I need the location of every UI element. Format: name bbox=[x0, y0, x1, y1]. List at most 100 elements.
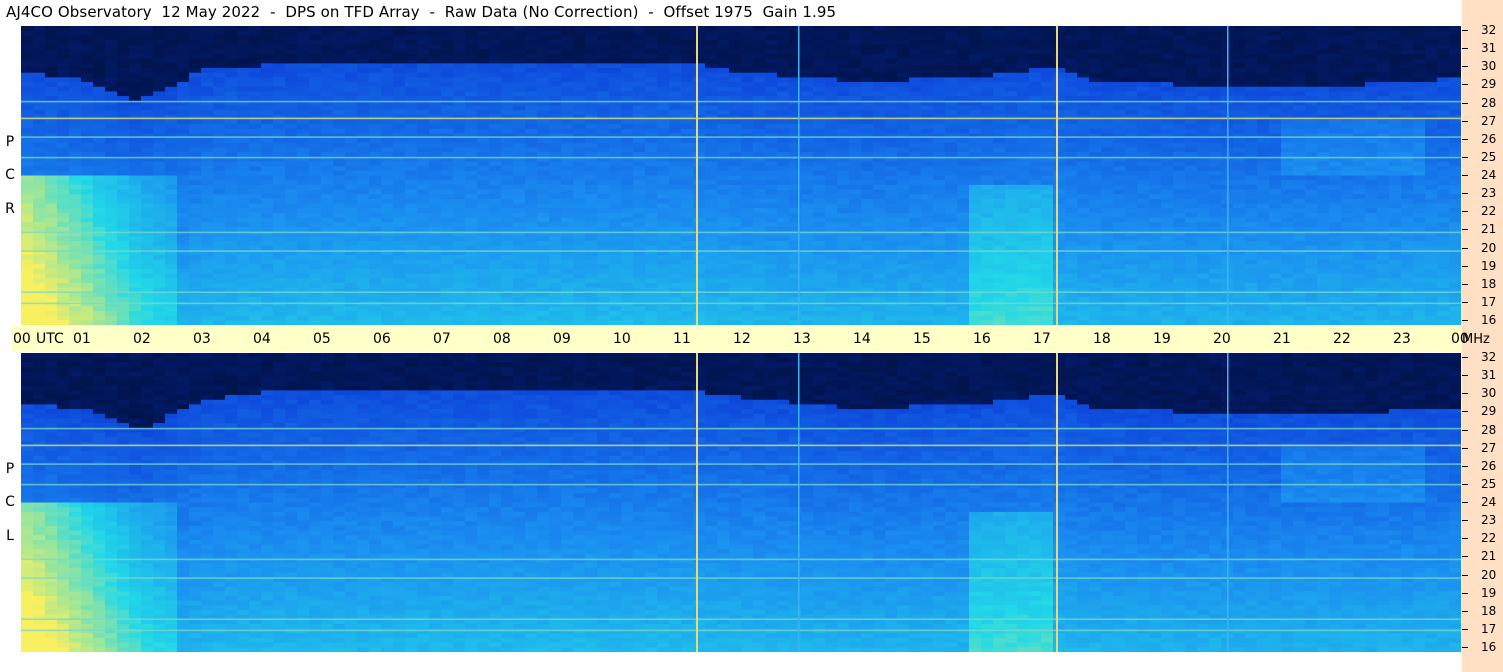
spectrogram-cell bbox=[333, 124, 346, 130]
spectrogram-cell bbox=[273, 189, 286, 195]
spectrogram-cell bbox=[69, 198, 82, 205]
spectrogram-cell bbox=[489, 110, 502, 116]
spectrogram-cell bbox=[669, 105, 682, 111]
spectrogram-cell bbox=[117, 138, 130, 144]
spectrogram-cell bbox=[369, 259, 382, 265]
spectrogram-cell bbox=[729, 306, 742, 312]
spectrogram-cell bbox=[753, 184, 766, 191]
spectrogram-cell bbox=[753, 119, 766, 125]
spectrogram-cell bbox=[825, 282, 838, 289]
spectrogram-cell bbox=[273, 236, 286, 242]
spectrogram-cell bbox=[873, 86, 886, 92]
spectrogram-cell bbox=[609, 161, 622, 167]
spectrogram-cell bbox=[129, 124, 142, 130]
spectrogram-cell bbox=[765, 147, 778, 153]
spectrogram-cell bbox=[285, 254, 298, 261]
spectrogram-cell bbox=[621, 40, 634, 46]
spectrogram-cell bbox=[681, 259, 694, 265]
spectrogram-cell bbox=[117, 119, 130, 125]
spectrogram-cell bbox=[705, 35, 718, 41]
spectrogram-cell bbox=[117, 110, 130, 116]
spectrogram-cell bbox=[633, 96, 646, 102]
spectrogram-cell bbox=[537, 26, 550, 32]
spectrogram-cell bbox=[369, 203, 382, 209]
spectrogram-cell bbox=[105, 128, 118, 135]
spectrogram-cell bbox=[933, 152, 946, 158]
spectrogram-cell bbox=[897, 315, 910, 321]
spectrogram-cell bbox=[513, 128, 526, 135]
spectrogram-cell bbox=[705, 152, 718, 158]
spectrogram-cell bbox=[669, 142, 682, 149]
spectrogram-cell bbox=[837, 212, 850, 219]
spectrogram-cell bbox=[33, 138, 46, 144]
spectrogram-cell bbox=[225, 35, 238, 41]
spectrogram-cell bbox=[945, 278, 958, 284]
spectrogram-cell bbox=[393, 282, 406, 289]
spectrogram-cell bbox=[81, 315, 94, 321]
spectrogram-cell bbox=[129, 315, 142, 321]
spectrogram-cell bbox=[849, 44, 862, 50]
spectrogram-cell bbox=[573, 184, 586, 191]
spectrogram-cell bbox=[357, 138, 370, 144]
spectrogram-cell bbox=[117, 236, 130, 242]
spectrogram-cell bbox=[225, 110, 238, 116]
spectrogram-cell bbox=[717, 189, 730, 195]
spectrogram-cell bbox=[657, 133, 670, 139]
spectrogram-cell bbox=[537, 110, 550, 116]
spectrogram-cell bbox=[345, 77, 358, 83]
spectrogram-cell bbox=[57, 310, 70, 317]
spectrogram-cell bbox=[801, 40, 814, 46]
spectrogram-cell bbox=[657, 254, 670, 261]
spectrogram-cell bbox=[849, 133, 862, 139]
spectrogram-cell bbox=[189, 128, 202, 135]
spectrogram-cell bbox=[897, 49, 910, 55]
spectrogram-cell bbox=[153, 72, 166, 78]
spectrogram-cell bbox=[393, 203, 406, 209]
spectrogram-cell bbox=[645, 86, 658, 92]
spectrogram-cell bbox=[549, 86, 562, 92]
spectrogram-cell bbox=[657, 320, 670, 325]
spectrogram-cell bbox=[645, 152, 658, 158]
spectrogram-cell bbox=[705, 147, 718, 153]
spectrogram-cell bbox=[117, 54, 130, 60]
spectrogram-cell bbox=[285, 105, 298, 111]
spectrogram-cell bbox=[921, 40, 934, 46]
spectrogram-cell bbox=[561, 161, 574, 167]
spectrogram-cell bbox=[129, 26, 142, 32]
spectrogram-cell bbox=[357, 217, 370, 223]
spectrogram-cell bbox=[501, 245, 514, 251]
spectrogram-cell bbox=[861, 203, 874, 209]
spectrogram-cell bbox=[693, 208, 706, 214]
spectrogram-cell bbox=[213, 54, 226, 60]
spectrogram-cell bbox=[789, 114, 802, 121]
spectrogram-cell bbox=[645, 142, 658, 149]
spectrogram-cell bbox=[21, 320, 34, 325]
spectrogram-cell bbox=[477, 170, 490, 177]
spectrogram-cell bbox=[369, 68, 382, 74]
spectrogram-cell bbox=[669, 86, 682, 92]
spectrogram-cell bbox=[921, 119, 934, 125]
spectrogram-cell bbox=[549, 273, 562, 279]
spectrogram-cell bbox=[561, 268, 574, 275]
spectrogram-cell bbox=[369, 91, 382, 97]
spectrogram-cell bbox=[381, 68, 394, 74]
spectrogram-cell bbox=[645, 105, 658, 111]
spectrogram-cell bbox=[777, 236, 790, 242]
spectrogram-cell bbox=[153, 58, 166, 64]
spectrogram-cell bbox=[897, 68, 910, 74]
spectrogram-cell bbox=[933, 128, 946, 135]
spectrogram-cell bbox=[393, 72, 406, 78]
spectrogram-cell bbox=[177, 35, 190, 41]
spectrogram-cell bbox=[249, 203, 262, 209]
spectrogram-cell bbox=[849, 268, 862, 275]
spectrogram-cell bbox=[885, 86, 898, 92]
spectrogram-cell bbox=[477, 273, 490, 279]
spectrogram-cell bbox=[213, 278, 226, 284]
spectrogram-cell bbox=[369, 152, 382, 158]
spectrogram-cell bbox=[549, 301, 562, 307]
spectrogram-cell bbox=[45, 226, 58, 233]
spectrogram-cell bbox=[381, 222, 394, 228]
spectrogram-cell bbox=[741, 240, 754, 247]
spectrogram-cell bbox=[21, 128, 34, 135]
spectrogram-cell bbox=[801, 58, 814, 64]
